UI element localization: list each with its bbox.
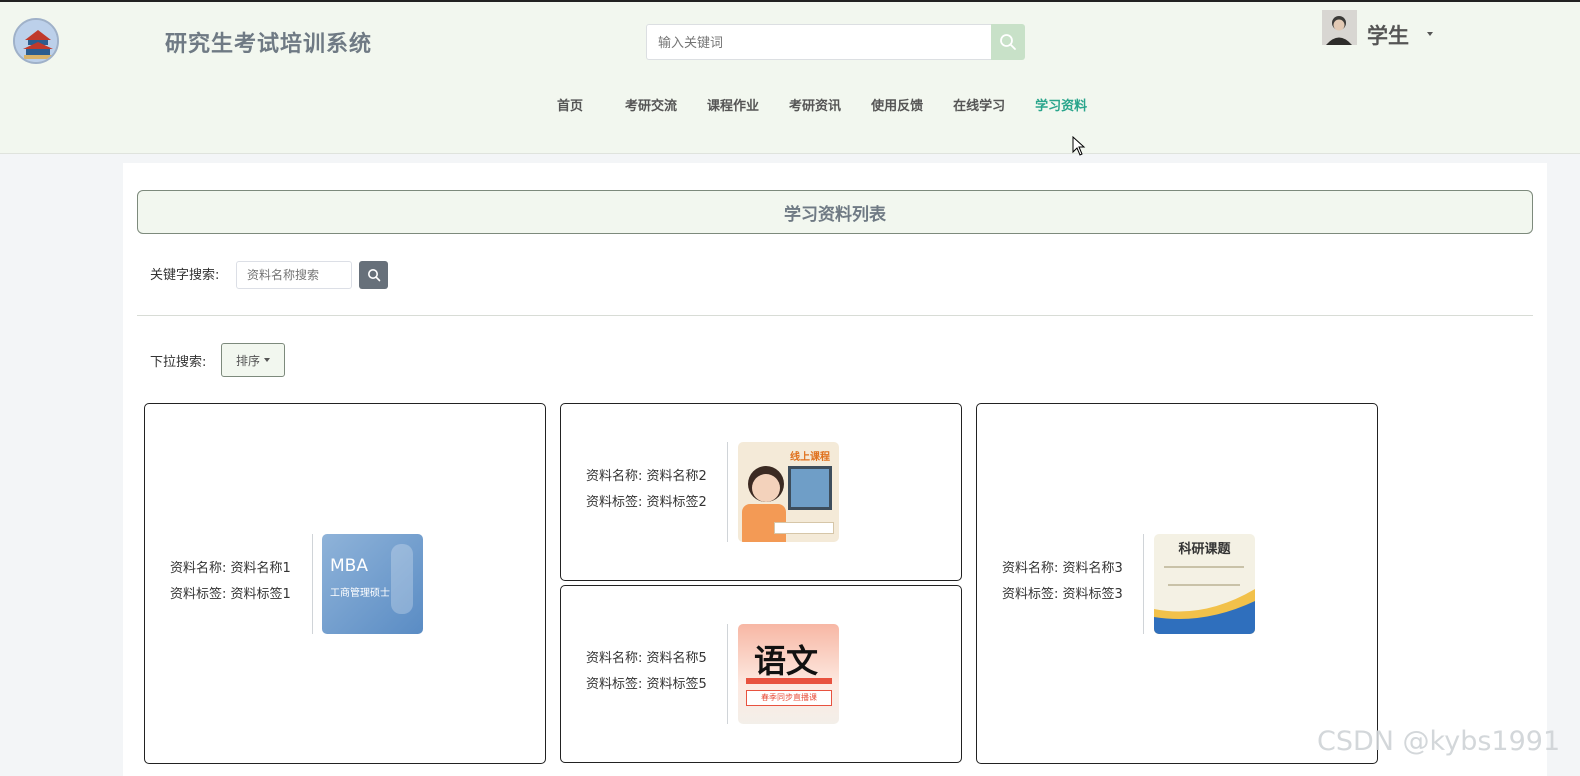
chevron-down-icon[interactable] <box>1427 32 1433 36</box>
keyword-search-button[interactable] <box>359 261 388 289</box>
material-tag: 资料标签: 资料标签3 <box>1002 587 1123 602</box>
top-header: 研究生考试培训系统 学生 首页 考研交流 课程作业 考研资讯 使用反馈 在线学习… <box>0 0 1580 156</box>
nav-item-home[interactable]: 首页 <box>557 95 583 115</box>
page-title: 学习资料列表 <box>137 190 1533 234</box>
dropdown-search-label: 下拉搜索: <box>150 355 207 370</box>
material-image[interactable]: 线上课程 <box>738 442 839 542</box>
watermark: CSDN @kybs1991 <box>1317 726 1561 757</box>
keyword-search-input[interactable] <box>236 261 352 289</box>
material-card-1[interactable]: 资料名称: 资料名称1 资料标签: 资料标签1 MBA 工商管理硕士 <box>144 403 546 764</box>
material-tag: 资料标签: 资料标签2 <box>586 495 707 510</box>
material-image[interactable]: MBA 工商管理硕士 <box>322 534 423 634</box>
nav-item-news[interactable]: 考研资讯 <box>789 95 841 115</box>
material-tag: 资料标签: 资料标签1 <box>170 587 291 602</box>
chevron-down-icon <box>264 358 270 362</box>
top-search-input[interactable] <box>646 24 992 60</box>
site-title: 研究生考试培训系统 <box>165 32 373 57</box>
user-avatar[interactable] <box>1322 10 1357 45</box>
material-name: 资料名称: 资料名称1 <box>170 561 291 576</box>
material-card-2[interactable]: 资料名称: 资料名称2 资料标签: 资料标签2 线上课程 <box>560 403 962 581</box>
nav-item-exchange[interactable]: 考研交流 <box>625 95 677 115</box>
nav-item-feedback[interactable]: 使用反馈 <box>871 95 923 115</box>
card-info: 资料名称: 资料名称3 资料标签: 资料标签3 <box>1002 556 1123 608</box>
material-tag: 资料标签: 资料标签5 <box>586 677 707 692</box>
card-info: 资料名称: 资料名称2 资料标签: 资料标签2 <box>586 464 707 516</box>
card-info: 资料名称: 资料名称1 资料标签: 资料标签1 <box>170 556 291 608</box>
material-name: 资料名称: 资料名称3 <box>1002 561 1123 576</box>
mouse-cursor-icon <box>1072 136 1086 156</box>
material-name: 资料名称: 资料名称2 <box>586 469 707 484</box>
top-search-button[interactable] <box>991 24 1025 60</box>
material-image[interactable]: 科研课题 <box>1154 534 1255 634</box>
search-icon <box>1000 34 1016 50</box>
user-name[interactable]: 学生 <box>1367 20 1409 50</box>
material-card-5[interactable]: 资料名称: 资料名称5 资料标签: 资料标签5 语文 春季同步直播课 <box>560 585 962 763</box>
card-info: 资料名称: 资料名称5 资料标签: 资料标签5 <box>586 646 707 698</box>
keyword-search-label: 关键字搜索: <box>150 268 220 283</box>
nav-item-homework[interactable]: 课程作业 <box>707 95 759 115</box>
site-logo[interactable] <box>13 18 59 64</box>
sort-dropdown[interactable]: 排序 <box>221 343 285 377</box>
material-card-3[interactable]: 资料名称: 资料名称3 资料标签: 资料标签3 科研课题 <box>976 403 1378 764</box>
material-image[interactable]: 语文 春季同步直播课 <box>738 624 839 724</box>
material-name: 资料名称: 资料名称5 <box>586 651 707 666</box>
nav-item-online-study[interactable]: 在线学习 <box>953 95 1005 115</box>
sort-dropdown-label: 排序 <box>235 353 260 368</box>
main-nav: 首页 考研交流 课程作业 考研资讯 使用反馈 在线学习 学习资料 <box>545 95 1117 115</box>
search-icon <box>367 269 380 282</box>
divider <box>137 315 1533 316</box>
nav-item-study-materials[interactable]: 学习资料 <box>1035 95 1087 115</box>
